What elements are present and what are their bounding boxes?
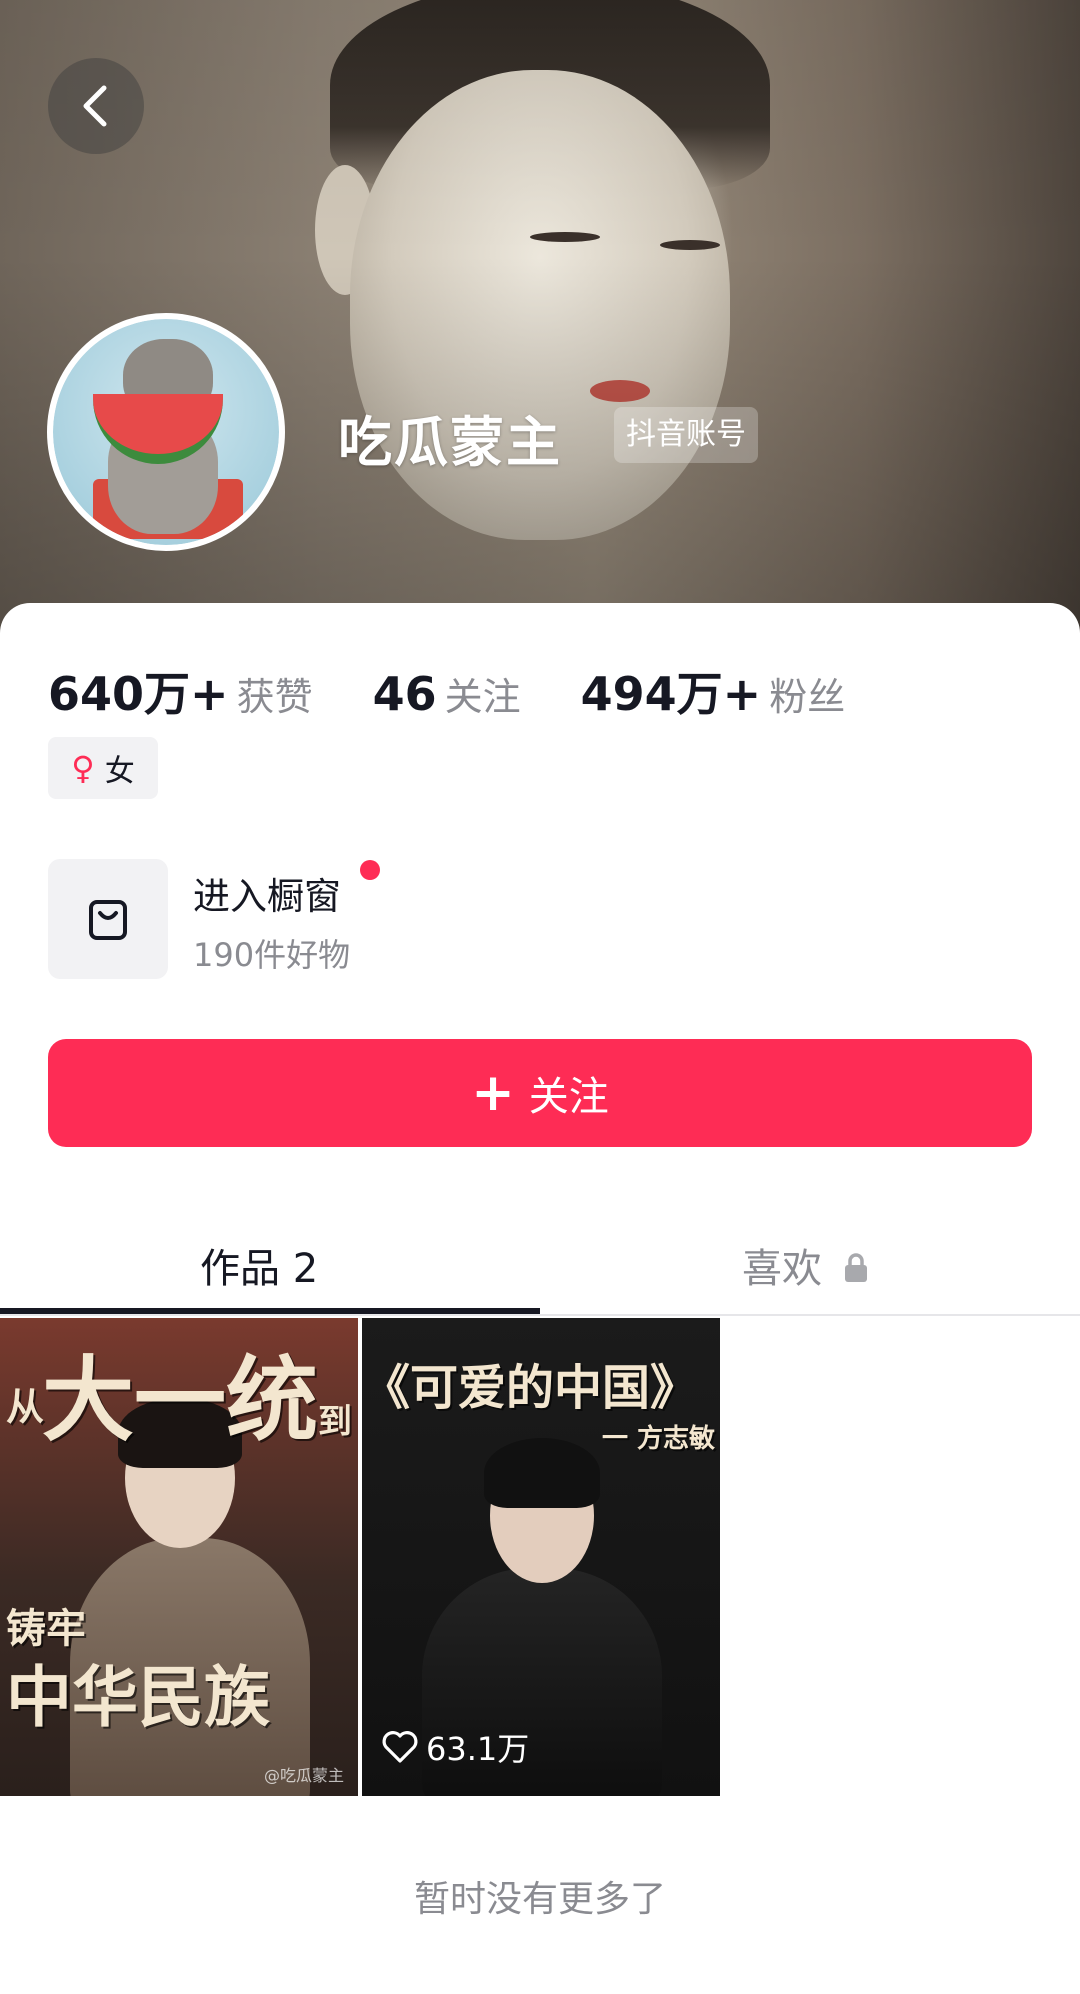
- stat-label: 粉丝: [769, 675, 846, 719]
- chevron-left-icon: [83, 85, 107, 127]
- heart-outline-icon: [382, 1731, 418, 1763]
- shop-subtitle: 190件好物: [193, 936, 351, 974]
- stat-label: 关注: [444, 675, 521, 719]
- follow-label: 关注: [528, 1074, 609, 1120]
- account-tag[interactable]: 抖音账号: [614, 407, 758, 463]
- shopping-bag-icon: [89, 900, 127, 940]
- gender-label: 女: [104, 754, 135, 789]
- video-overlay-text: 到: [318, 1402, 352, 1442]
- stat-value: 640万+: [48, 667, 229, 721]
- tab-bar: 作品 2 喜欢: [0, 1216, 1080, 1316]
- tab-works[interactable]: 作品 2: [200, 1236, 318, 1294]
- video-overlay-text: 中华民族: [6, 1659, 270, 1736]
- lock-icon: [844, 1253, 867, 1282]
- video-overlay-text: 一 方志敏: [602, 1424, 716, 1454]
- stats-row: 640万+ 获赞 46 关注 494万+ 粉丝: [48, 658, 905, 724]
- tab-likes-label: 喜欢: [742, 1246, 822, 1292]
- video-person-hair: [484, 1438, 600, 1508]
- video-thumbnail[interactable]: 《可爱的中国》 一 方志敏 63.1万: [362, 1318, 720, 1796]
- avatar-image: [53, 319, 279, 545]
- gender-tag: ♀ 女: [48, 737, 158, 799]
- video-watermark: @吃瓜蒙主: [263, 1766, 344, 1785]
- tab-likes[interactable]: 喜欢: [742, 1236, 869, 1294]
- video-thumbnail[interactable]: 从 大一统 到 铸牢 中华民族 @吃瓜蒙主: [0, 1318, 358, 1796]
- stat-following[interactable]: 46 关注: [373, 666, 521, 721]
- stat-value: 494万+: [580, 667, 762, 721]
- female-icon: ♀: [71, 749, 95, 787]
- stat-likes[interactable]: 640万+ 获赞: [48, 658, 313, 724]
- video-likes: 63.1万: [382, 1724, 529, 1770]
- video-overlay-text: 大一统: [42, 1347, 319, 1454]
- no-more-text: 暂时没有更多了: [413, 1879, 666, 1920]
- username: 吃瓜蒙主: [338, 411, 562, 474]
- tab-divider: [0, 1314, 1080, 1316]
- notification-dot: [360, 860, 380, 880]
- video-likes-count: 63.1万: [426, 1730, 530, 1768]
- shop-title[interactable]: 进入橱窗: [193, 866, 341, 920]
- stat-label: 获赞: [236, 675, 313, 719]
- shop-entry[interactable]: [48, 859, 168, 979]
- follow-button[interactable]: + 关注: [48, 1039, 1032, 1147]
- plus-icon: +: [471, 1063, 515, 1123]
- video-overlay-text: 《可爱的中国》: [362, 1360, 699, 1416]
- avatar[interactable]: [47, 313, 285, 551]
- video-overlay-text: 从: [6, 1385, 45, 1429]
- stat-value: 46: [372, 667, 437, 721]
- stat-followers[interactable]: 494万+ 粉丝: [581, 658, 846, 724]
- back-button[interactable]: [48, 58, 144, 154]
